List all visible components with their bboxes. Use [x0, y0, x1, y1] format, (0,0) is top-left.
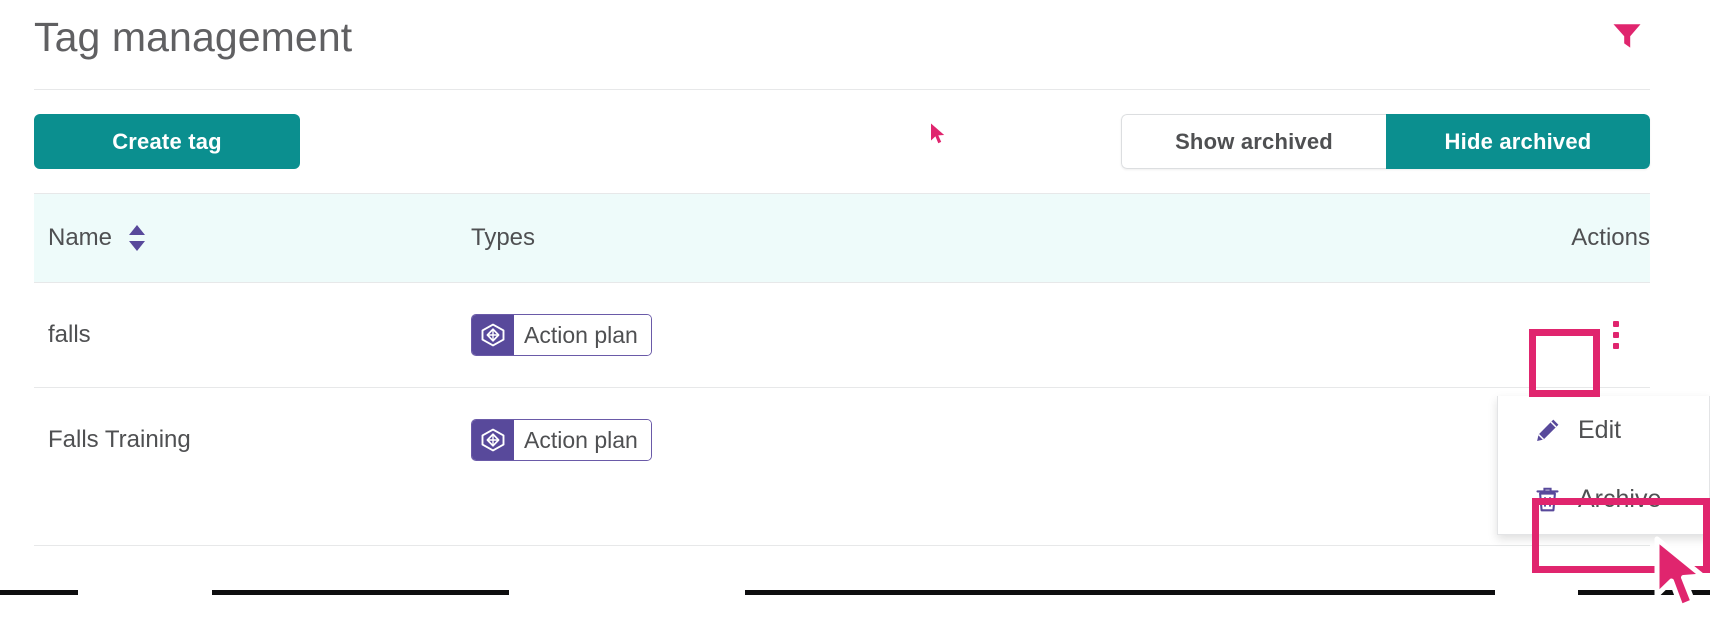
- cube-icon: [472, 315, 514, 355]
- column-header-types: Types: [471, 194, 535, 282]
- column-header-name[interactable]: Name: [48, 194, 148, 282]
- page-title: Tag management: [34, 14, 353, 60]
- menu-item-archive-label: Archive: [1578, 485, 1662, 513]
- type-chip-label: Action plan: [514, 315, 651, 355]
- column-header-types-label: Types: [471, 224, 536, 251]
- type-chip-label: Action plan: [514, 420, 651, 460]
- filter-funnel-icon: [1612, 22, 1642, 50]
- create-tag-button[interactable]: Create tag: [34, 114, 300, 169]
- cell-name: Falls Training: [48, 388, 191, 492]
- kebab-menu-icon[interactable]: [1590, 311, 1642, 359]
- actions-dropdown-menu: Edit Archive: [1497, 396, 1710, 535]
- tag-name-label: Falls Training: [48, 426, 191, 453]
- archived-filter-segmented-control: Show archived Hide archived: [1121, 114, 1650, 169]
- hide-archived-button[interactable]: Hide archived: [1386, 114, 1650, 169]
- cell-types: Action plan: [471, 388, 652, 492]
- table-row: falls Action plan: [34, 282, 1650, 387]
- clipped-bottom-content: [0, 590, 1710, 595]
- kebab-dot-middle: [1613, 332, 1619, 338]
- menu-item-edit[interactable]: Edit: [1498, 396, 1709, 465]
- cell-types: Action plan: [471, 283, 652, 387]
- table-row: Falls Training Action plan: [34, 387, 1650, 492]
- kebab-dot-top: [1613, 321, 1619, 327]
- cell-name: falls: [48, 283, 91, 387]
- column-header-actions: Actions: [1571, 194, 1650, 282]
- toolbar: Create tag Show archived Hide archived: [0, 89, 1710, 193]
- filter-button[interactable]: [1605, 14, 1649, 58]
- column-header-name-label: Name: [48, 224, 113, 251]
- page-header: Tag management: [0, 0, 1710, 89]
- type-chip: Action plan: [471, 419, 652, 461]
- table-row-divider: [34, 545, 1650, 546]
- tag-name-label: falls: [48, 321, 91, 348]
- main-pointer-cursor: [1652, 536, 1710, 619]
- cube-icon: [472, 420, 514, 460]
- tag-management-page: Tag management Create tag Show archived …: [0, 0, 1710, 609]
- show-archived-button[interactable]: Show archived: [1121, 114, 1386, 169]
- table-header-row: Name Types Actions: [34, 193, 1650, 282]
- column-header-actions-label: Actions: [1571, 224, 1650, 251]
- menu-item-archive[interactable]: Archive: [1498, 465, 1709, 534]
- menu-item-edit-label: Edit: [1578, 416, 1622, 444]
- tags-table: Name Types Actions falls Action plan Fal…: [34, 193, 1650, 492]
- type-chip: Action plan: [471, 314, 652, 356]
- kebab-dot-bottom: [1613, 343, 1619, 349]
- trash-icon: [1532, 486, 1562, 513]
- sort-updown-icon[interactable]: [126, 223, 148, 253]
- pencil-icon: [1532, 417, 1562, 444]
- cell-actions: [1590, 283, 1642, 387]
